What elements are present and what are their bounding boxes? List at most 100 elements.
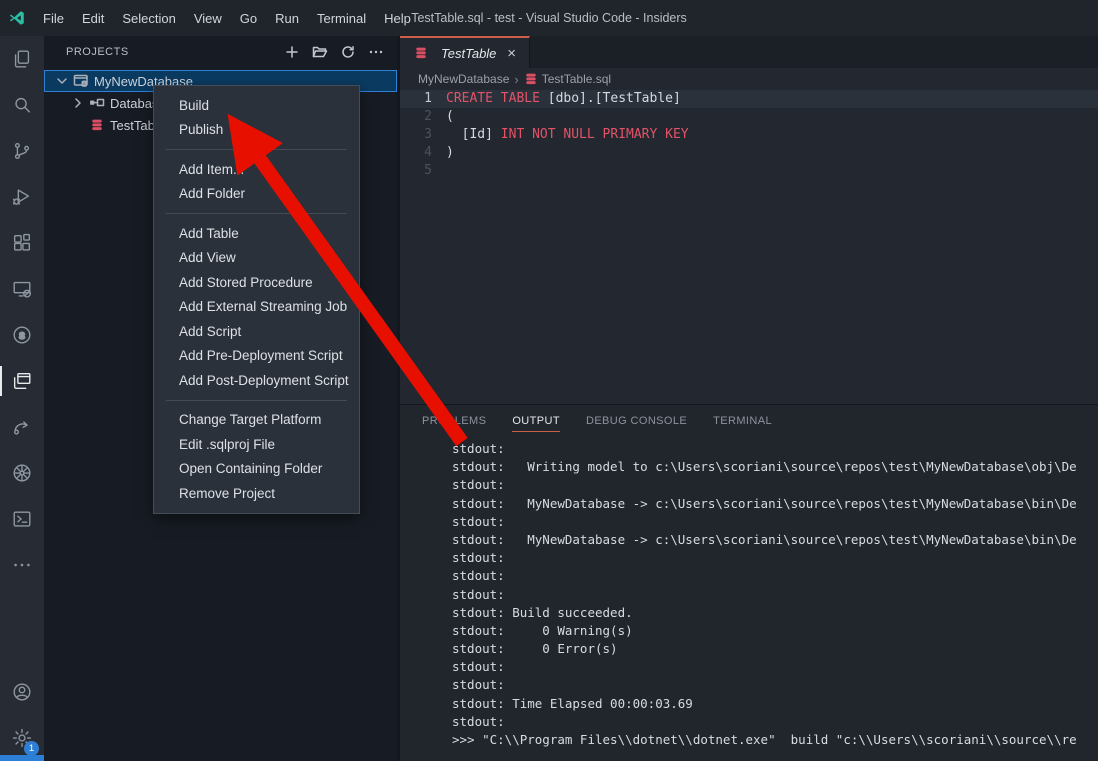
menu-item-open-containing-folder[interactable]: Open Containing Folder [154, 457, 359, 482]
vscode-insiders-logo-icon [0, 9, 34, 27]
projects-panel-title: PROJECTS [66, 46, 281, 58]
code-line-3: 3 [Id] INT NOT NULL PRIMARY KEY [400, 126, 1098, 144]
menubar-item-help[interactable]: Help [375, 0, 420, 36]
menu-item-build[interactable]: Build [154, 93, 359, 118]
panel-tab-debug-console[interactable]: DEBUG CONSOLE [586, 405, 687, 437]
menu-item-add-pre-deployment-script[interactable]: Add Pre-Deployment Script [154, 344, 359, 369]
explorer-icon[interactable] [0, 36, 44, 82]
output-line: stdout: [452, 567, 1098, 585]
menu-item-add-external-streaming-job[interactable]: Add External Streaming Job [154, 295, 359, 320]
menu-separator [166, 149, 347, 150]
menu-item-remove-project[interactable]: Remove Project [154, 481, 359, 506]
menu-item-add-item[interactable]: Add Item... [154, 157, 359, 182]
code-editor[interactable]: 1CREATE TABLE [dbo].[TestTable]2(3 [Id] … [400, 90, 1098, 404]
menu-item-edit-sqlproj-file[interactable]: Edit .sqlproj File [154, 432, 359, 457]
database-file-icon [524, 72, 538, 86]
output-console[interactable]: stdout:stdout: Writing model to c:\Users… [400, 437, 1098, 761]
github-icon[interactable] [0, 312, 44, 358]
chevron-right-icon[interactable] [70, 95, 86, 111]
output-line: stdout: 0 Warning(s) [452, 622, 1098, 640]
output-line: stdout: MyNewDatabase -> c:\Users\scoria… [452, 531, 1098, 549]
menubar-item-view[interactable]: View [185, 0, 231, 36]
breadcrumb-item-mynewdatabase[interactable]: MyNewDatabase [418, 72, 509, 86]
remote-explorer-icon[interactable] [0, 266, 44, 312]
menu-item-add-view[interactable]: Add View [154, 246, 359, 271]
menu-item-add-post-deployment-script[interactable]: Add Post-Deployment Script [154, 368, 359, 393]
menubar-item-terminal[interactable]: Terminal [308, 0, 375, 36]
panel-tab-terminal[interactable]: TERMINAL [713, 405, 772, 437]
menu-bar: FileEditSelectionViewGoRunTerminalHelp [34, 0, 420, 36]
add-project-icon[interactable] [281, 41, 303, 63]
more-actions-icon[interactable] [365, 41, 387, 63]
code-token: [dbo].[TestTable] [540, 90, 681, 108]
code-token: [Id] [446, 126, 493, 144]
code-line-4: 4) [400, 144, 1098, 162]
breadcrumb: MyNewDatabase › TestTable.sql [400, 68, 1098, 90]
settings-badge: 1 [24, 741, 39, 756]
menu-item-add-folder[interactable]: Add Folder [154, 182, 359, 207]
database-file-icon [412, 45, 430, 61]
more-tools-icon[interactable] [0, 542, 44, 588]
database-project-icon [72, 73, 90, 89]
output-line: stdout: [452, 713, 1098, 731]
menu-item-add-stored-procedure[interactable]: Add Stored Procedure [154, 270, 359, 295]
breadcrumb-separator: › [514, 72, 518, 87]
menu-item-publish[interactable]: Publish [154, 118, 359, 143]
project-context-menu: BuildPublish Add Item...Add Folder Add Tab… [153, 85, 360, 514]
chevron-down-icon[interactable] [54, 73, 70, 89]
refresh-icon[interactable] [337, 41, 359, 63]
tab-testtable-sql[interactable]: TestTable.sql × [400, 36, 530, 68]
panel-tab-bar: PROBLEMS OUTPUT DEBUG CONSOLE TERMINAL [400, 405, 1098, 437]
chevron-spacer [70, 117, 86, 133]
menu-item-add-table[interactable]: Add Table [154, 221, 359, 246]
extensions-icon[interactable] [0, 220, 44, 266]
output-line: stdout: [452, 676, 1098, 694]
kubernetes-icon[interactable] [0, 450, 44, 496]
panel-tab-problems[interactable]: PROBLEMS [422, 405, 486, 437]
live-share-icon[interactable] [0, 404, 44, 450]
output-line: stdout: [452, 549, 1098, 567]
menubar-item-edit[interactable]: Edit [73, 0, 113, 36]
line-number: 1 [400, 90, 446, 108]
output-line: stdout: Time Elapsed 00:00:03.69 [452, 695, 1098, 713]
menu-separator [166, 400, 347, 401]
panel-tab-output[interactable]: OUTPUT [512, 405, 560, 437]
accounts-icon[interactable] [0, 669, 44, 715]
projects-panel-actions [281, 41, 387, 63]
source-control-icon[interactable] [0, 128, 44, 174]
title-bar: FileEditSelectionViewGoRunTerminalHelp T… [0, 0, 1098, 36]
tab-close-icon[interactable]: × [504, 45, 519, 62]
breadcrumb-label: TestTable.sql [542, 72, 611, 86]
output-line: >>> "C:\\Program Files\\dotnet\\dotnet.e… [452, 731, 1098, 749]
menubar-item-file[interactable]: File [34, 0, 73, 36]
output-line: stdout: Writing model to c:\Users\scoria… [452, 458, 1098, 476]
remote-status-indicator[interactable] [0, 755, 44, 761]
output-line: stdout: [452, 476, 1098, 494]
menubar-item-run[interactable]: Run [266, 0, 308, 36]
editor-group: TestTable.sql × MyNewDatabase › TestTable.… [397, 36, 1098, 761]
menu-item-add-script[interactable]: Add Script [154, 319, 359, 344]
projects-panel-header: PROJECTS [44, 36, 397, 68]
output-line: stdout: 0 Error(s) [452, 640, 1098, 658]
bottom-panel: PROBLEMS OUTPUT DEBUG CONSOLE TERMINAL stdo… [400, 404, 1098, 761]
vscode-window: FileEditSelectionViewGoRunTerminalHelp T… [0, 0, 1098, 761]
search-icon[interactable] [0, 82, 44, 128]
breadcrumb-item-testtable-sql[interactable]: TestTable.sql [524, 72, 611, 86]
menu-separator [166, 213, 347, 214]
output-line: stdout: [452, 513, 1098, 531]
database-projects-icon[interactable] [0, 358, 44, 404]
code-token: CREATE TABLE [446, 90, 540, 108]
line-number: 4 [400, 144, 446, 162]
terminal-powershell-icon[interactable] [0, 496, 44, 542]
menubar-item-selection[interactable]: Selection [113, 0, 184, 36]
code-token: ( [446, 108, 454, 126]
menubar-item-go[interactable]: Go [231, 0, 266, 36]
editor-tab-strip: TestTable.sql × [400, 36, 1098, 68]
code-line-2: 2( [400, 108, 1098, 126]
code-line-1: 1CREATE TABLE [dbo].[TestTable] [400, 90, 1098, 108]
line-number: 2 [400, 108, 446, 126]
output-line: stdout: [452, 440, 1098, 458]
open-folder-icon[interactable] [309, 41, 331, 63]
run-and-debug-icon[interactable] [0, 174, 44, 220]
menu-item-change-target-platform[interactable]: Change Target Platform [154, 408, 359, 433]
